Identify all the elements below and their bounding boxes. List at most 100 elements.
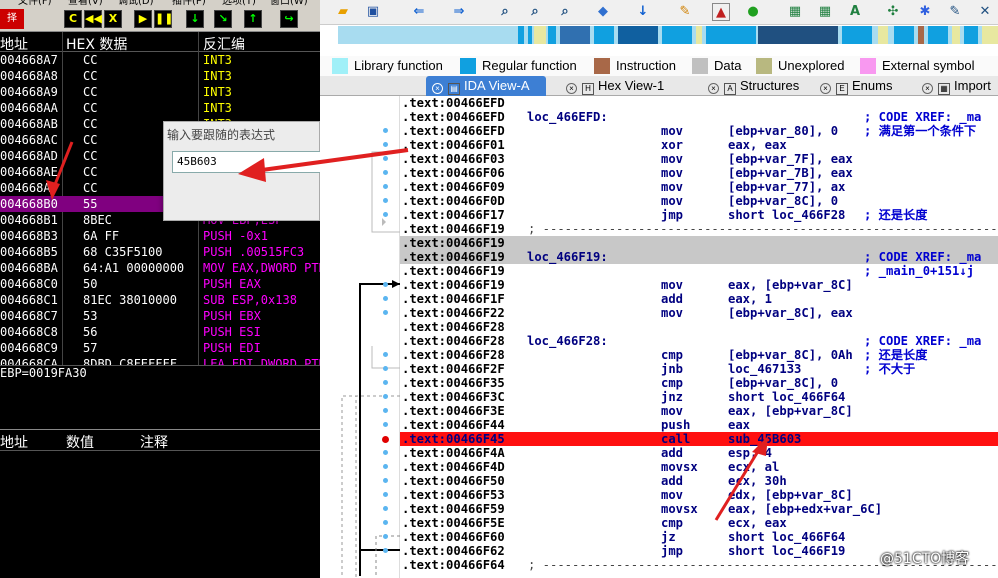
code-line[interactable]: .text:00466F3C jnz short loc_466F64 <box>400 390 998 404</box>
instruction-dot[interactable] <box>383 520 388 525</box>
instruction-dot[interactable] <box>383 366 388 371</box>
operands[interactable]: eax, [ebp+var_8C] <box>728 404 853 418</box>
code-label[interactable]: loc_466EFD: <box>527 110 608 124</box>
tools-icon[interactable]: ✕ <box>976 3 994 21</box>
operands[interactable]: [ebp+var_7F], eax <box>728 152 853 166</box>
close-tab-icon[interactable]: × <box>432 83 443 94</box>
operands[interactable]: [ebp+var_80], 0 <box>728 124 838 138</box>
operands[interactable]: [ebp+var_8C], eax <box>728 306 853 320</box>
code-line[interactable]: .text:00466F53 mov edx, [ebp+var_8C] <box>400 488 998 502</box>
operands[interactable]: ecx, al <box>728 460 779 474</box>
instruction-dot[interactable] <box>383 450 388 455</box>
code-label[interactable]: loc_466F19: <box>527 250 608 264</box>
operands[interactable]: [ebp+var_8C], 0 <box>728 194 838 208</box>
code-line[interactable]: .text:00466EFD loc_466EFD: ; CODE XREF: _m… <box>400 110 998 124</box>
jump-down-icon[interactable]: ↓ <box>634 3 652 21</box>
debug-toolbar-button[interactable]: ◀◀ <box>84 10 102 28</box>
operands[interactable]: short loc_466F28 <box>728 208 845 222</box>
disasm-row[interactable]: 004668C8 56 PUSH ESI <box>0 324 320 340</box>
instruction-dot[interactable] <box>383 394 388 399</box>
code-line[interactable]: .text:00466F28 loc_466F28: ; CODE XREF: _m… <box>400 334 998 348</box>
close-tab-icon[interactable]: × <box>566 83 577 94</box>
instruction-dot[interactable] <box>383 198 388 203</box>
function-flag-icon[interactable]: ▲ <box>712 3 730 21</box>
instruction-dot[interactable] <box>383 548 388 553</box>
binary-search-icon[interactable]: ⌕ <box>496 3 514 21</box>
debug-toolbar-button[interactable]: ↑ <box>244 10 262 28</box>
code-line[interactable]: .text:00466F03 mov [ebp+var_7F], eax <box>400 152 998 166</box>
operands[interactable]: short loc_466F19 <box>728 544 845 558</box>
instruction-dot[interactable] <box>383 422 388 427</box>
operands[interactable]: [ebp+var_7B], eax <box>728 166 853 180</box>
disasm-row[interactable]: 004668A9 CC INT3 <box>0 84 320 100</box>
disasm-row[interactable]: 004668C1 81EC 38010000 SUB ESP,0x138 <box>0 292 320 308</box>
instruction-dot[interactable] <box>383 212 388 217</box>
instruction-dot[interactable] <box>383 156 388 161</box>
code-line[interactable]: .text:00466F50 add ecx, 30h <box>400 474 998 488</box>
code-line[interactable]: .text:00466F06 mov [ebp+var_7B], eax <box>400 166 998 180</box>
make-struct-icon[interactable]: ✣ <box>884 3 902 21</box>
breakpoint-line[interactable]: .text:00466F45 call sub_45B603 <box>400 432 998 446</box>
operands[interactable]: [ebp+var_8C], 0 <box>728 376 838 390</box>
code-line[interactable]: .text:00466F2F jnb loc_467133 ; 不大于 <box>400 362 998 376</box>
code-line[interactable]: .text:00466F28 <box>400 320 998 334</box>
instruction-dot[interactable] <box>383 534 388 539</box>
code-line[interactable]: .text:00466F0D mov [ebp+var_8C], 0 <box>400 194 998 208</box>
code-label[interactable]: loc_466F28: <box>527 334 608 348</box>
code-line[interactable]: .text:00466F4A add esp, 4 <box>400 446 998 460</box>
operands[interactable]: eax, eax <box>728 138 787 152</box>
run-icon[interactable]: ● <box>744 3 762 21</box>
disasm-row[interactable]: 004668C9 57 PUSH EDI <box>0 340 320 356</box>
operands[interactable]: eax <box>728 418 750 432</box>
disasm-row[interactable]: 004668A8 CC INT3 <box>0 68 320 84</box>
code-line[interactable]: .text:00466F19 <box>400 236 998 250</box>
operands[interactable]: ecx, 30h <box>728 474 787 488</box>
code-line[interactable]: .text:00466F5E cmp ecx, eax <box>400 516 998 530</box>
disasm-row[interactable]: 004668B5 68 C35F5100 PUSH .00515FC3 <box>0 244 320 260</box>
code-line[interactable]: .text:00466F59 movsx eax, [ebp+edx+var_6C] <box>400 502 998 516</box>
forward-arrow-icon[interactable]: ⇒ <box>450 3 468 21</box>
code-line[interactable]: .text:00466F4D movsx ecx, al <box>400 460 998 474</box>
disasm-row[interactable]: 004668BA 64:A1 00000000 MOV EAX,DWORD PTR <box>0 260 320 276</box>
operands[interactable]: short loc_466F64 <box>728 390 845 404</box>
code-line[interactable]: .text:00466F3E mov eax, [ebp+var_8C] <box>400 404 998 418</box>
code-line[interactable]: .text:00466EFD mov [ebp+var_80], 0 ; 满足第一个条… <box>400 124 998 138</box>
instruction-dot[interactable] <box>383 464 388 469</box>
code-line[interactable]: .text:00466F44 push eax <box>400 418 998 432</box>
instruction-dot[interactable] <box>383 478 388 483</box>
operands[interactable]: sub_45B603 <box>728 432 801 446</box>
instruction-dot[interactable] <box>383 408 388 413</box>
operands[interactable]: [ebp+var_77], ax <box>728 180 845 194</box>
code-line[interactable]: .text:00466F22 mov [ebp+var_8C], eax <box>400 306 998 320</box>
debug-toolbar-button[interactable]: X <box>104 10 122 28</box>
disassembly-listing[interactable]: .text:00466EFD .text:00466EFD loc_466EFD:;… <box>400 96 998 578</box>
debug-toolbar-button[interactable]: ▶ <box>134 10 152 28</box>
operands[interactable]: ecx, eax <box>728 516 787 530</box>
ascii-icon[interactable]: A <box>846 3 864 21</box>
code-line[interactable]: .text:00466EFD <box>400 96 998 110</box>
disasm-row[interactable]: 004668AA CC INT3 <box>0 100 320 116</box>
code-line[interactable]: .text:00466F19 mov eax, [ebp+var_8C] <box>400 278 998 292</box>
instruction-dot[interactable] <box>383 310 388 315</box>
operands[interactable]: esp, 4 <box>728 446 772 460</box>
operands[interactable]: edx, [ebp+var_8C] <box>728 488 853 502</box>
data-icon[interactable]: ▦ <box>816 3 834 21</box>
text-search-icon[interactable]: ⌕ <box>526 3 544 21</box>
debug-toolbar-button[interactable]: ↓ <box>186 10 204 28</box>
edit-icon[interactable]: ✎ <box>946 3 964 21</box>
close-tab-icon[interactable]: × <box>922 83 933 94</box>
code-line[interactable]: .text:00466F35 cmp [ebp+var_8C], 0 <box>400 376 998 390</box>
save-icon[interactable]: ▣ <box>364 3 382 21</box>
back-arrow-icon[interactable]: ⇐ <box>410 3 428 21</box>
tab-ida-view-a[interactable]: × ▤ IDA View-A <box>426 76 546 96</box>
code-line[interactable]: .text:00466F1F add eax, 1 <box>400 292 998 306</box>
segment-icon[interactable]: ◆ <box>594 3 612 21</box>
instruction-dot[interactable] <box>383 282 388 287</box>
immediate-search-icon[interactable]: ⌕ <box>556 3 574 21</box>
disasm-row[interactable]: 004668C7 53 PUSH EBX <box>0 308 320 324</box>
debug-toolbar-button[interactable]: C <box>64 10 82 28</box>
instruction-dot[interactable] <box>383 170 388 175</box>
debug-toolbar-button[interactable]: ↘ <box>214 10 232 28</box>
code-line[interactable]: .text:00466F19 ; _main_0+151↓j <box>400 264 998 278</box>
operands[interactable]: short loc_466F64 <box>728 530 845 544</box>
